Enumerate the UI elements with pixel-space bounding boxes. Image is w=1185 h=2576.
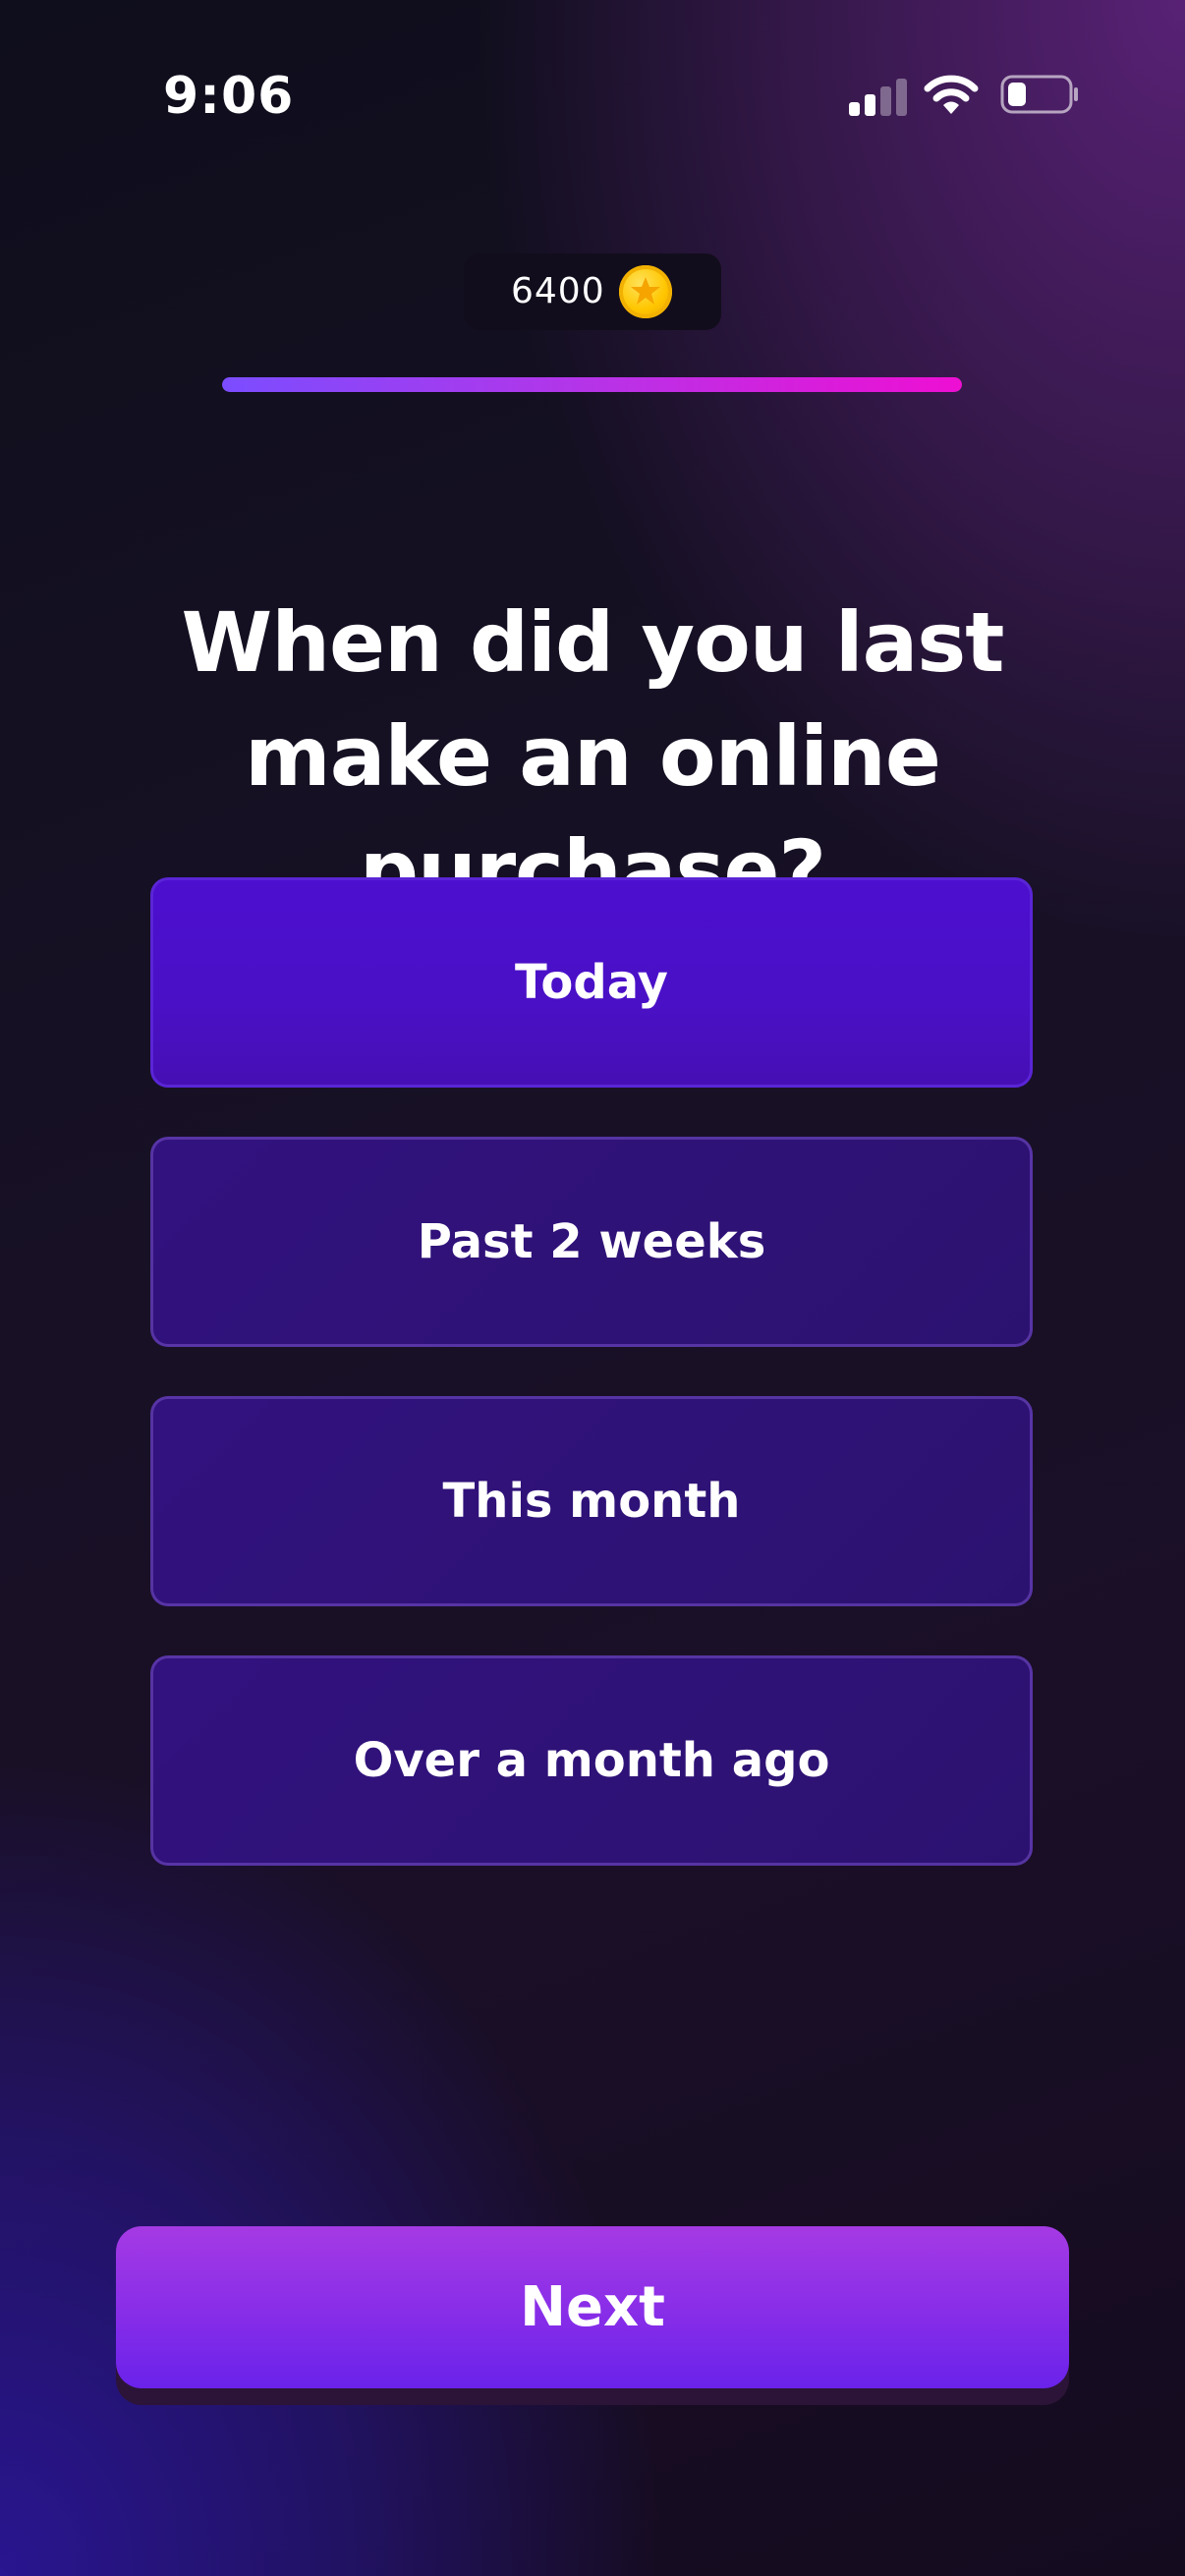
option-past-2-weeks[interactable]: Past 2 weeks [150, 1137, 1033, 1347]
next-button[interactable]: Next [116, 2226, 1069, 2388]
progress-fill [222, 377, 962, 392]
option-over-a-month-ago[interactable]: Over a month ago [150, 1655, 1033, 1866]
screen: 9:06 6400 When did you last make an onli… [0, 0, 1185, 2576]
wifi-icon [924, 73, 979, 116]
option-today[interactable]: Today [150, 877, 1033, 1088]
coin-balance-pill: 6400 [464, 253, 721, 330]
cellular-signal-icon [849, 77, 908, 116]
coin-balance: 6400 [511, 271, 605, 311]
option-label: Past 2 weeks [417, 1214, 766, 1269]
gold-star-coin-icon [619, 265, 672, 318]
option-label: Over a month ago [353, 1733, 830, 1788]
option-this-month[interactable]: This month [150, 1396, 1033, 1606]
question-title: When did you last make an online purchas… [181, 594, 1005, 919]
option-label: This month [442, 1474, 741, 1529]
option-label: Today [515, 955, 668, 1010]
battery-icon [1000, 75, 1079, 114]
quiz-progress-bar [222, 377, 962, 392]
status-time: 9:06 [163, 67, 295, 126]
